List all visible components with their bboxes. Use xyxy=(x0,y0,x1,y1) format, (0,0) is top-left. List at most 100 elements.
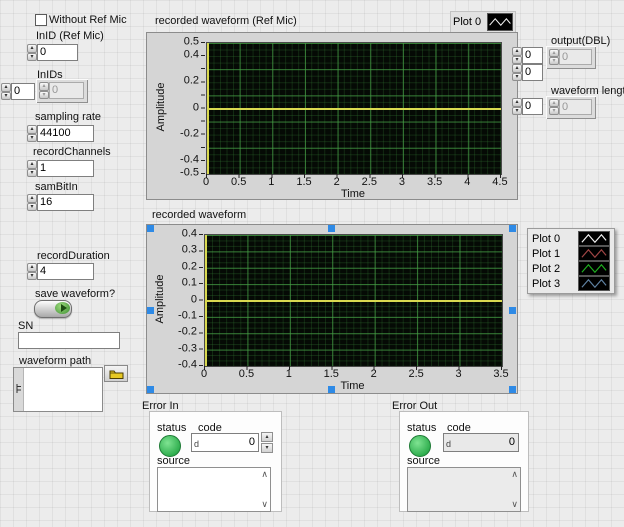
record-channels-label: recordChannels xyxy=(33,146,111,158)
error-out-code-indicator: d 0 xyxy=(443,433,519,452)
graph2-plot-area[interactable] xyxy=(204,234,503,367)
y-tick-label: -0.2 xyxy=(180,128,199,139)
inids-index-value[interactable]: 0 xyxy=(11,83,35,100)
sampling-rate-value[interactable]: 44100 xyxy=(37,125,94,142)
waveform-length-element-value: 0 xyxy=(559,99,592,115)
record-duration-label: recordDuration xyxy=(37,250,110,262)
increment-decrement-icon[interactable]: ▴▾ xyxy=(1,83,11,100)
error-in-code-value[interactable]: 0 xyxy=(249,436,255,448)
legend-plot-label: Plot 3 xyxy=(532,278,560,290)
y-tick-label: 0.2 xyxy=(184,76,199,87)
increment-decrement-icon[interactable]: ▴▾ xyxy=(27,263,37,280)
sampling-rate-control[interactable]: ▴▾ 44100 xyxy=(27,125,94,142)
graph1-plot-area[interactable] xyxy=(206,42,502,175)
legend-item[interactable]: Plot 0 xyxy=(532,231,610,246)
output-dbl-index2-value[interactable]: 0 xyxy=(522,64,543,81)
selection-handle[interactable] xyxy=(509,386,516,393)
selection-handle[interactable] xyxy=(147,307,154,314)
graph1-y-scale[interactable]: 0.50.40.20-0.2-0.4-0.5 xyxy=(165,42,199,173)
graph1-title: recorded waveform (Ref Mic) xyxy=(155,15,297,27)
selection-handle[interactable] xyxy=(328,225,335,232)
plot-style-icon[interactable] xyxy=(578,246,610,261)
selection-handle[interactable] xyxy=(509,307,516,314)
inids-element: ▴▾ 0 xyxy=(39,82,84,99)
waveform-path-input[interactable] xyxy=(13,367,103,412)
graph2-legend[interactable]: Plot 0Plot 1Plot 2 Plot 3 xyxy=(527,228,615,294)
record-duration-value[interactable]: 4 xyxy=(37,263,94,280)
path-type-icon xyxy=(15,383,23,394)
increment-decrement-icon: ▴▾ xyxy=(549,99,559,115)
error-in-code-input[interactable]: d 0 xyxy=(191,433,259,452)
selection-handle[interactable] xyxy=(328,386,335,393)
error-out-source-label: source xyxy=(407,455,440,467)
increment-decrement-icon: ▴▾ xyxy=(549,49,559,65)
increment-button[interactable]: ▴ xyxy=(261,432,273,442)
plot-style-icon[interactable] xyxy=(578,261,610,276)
y-tick-label: 0.4 xyxy=(184,50,199,61)
inid-ref-mic-label: InID (Ref Mic) xyxy=(36,30,104,42)
plot-style-icon[interactable] xyxy=(578,231,610,246)
waveform-graph[interactable]: 0.40.30.20.10-0.1-0.2-0.3-0.4 00.511.522… xyxy=(146,224,518,394)
increment-decrement-icon[interactable]: ▴▾ xyxy=(512,64,522,81)
increment-decrement-icon[interactable]: ▴▾ xyxy=(27,125,37,142)
legend-item[interactable]: Plot 0 xyxy=(453,13,513,31)
browse-button[interactable] xyxy=(104,365,128,382)
increment-decrement-icon: ▴▾ xyxy=(39,82,49,99)
increment-decrement-icon[interactable]: ▴▾ xyxy=(27,44,37,61)
output-dbl-index2[interactable]: ▴▾ 0 xyxy=(512,64,543,81)
without-ref-mic-checkbox[interactable] xyxy=(35,14,47,26)
radix-indicator: d xyxy=(446,439,451,449)
graph1-y-axis-label: Amplitude xyxy=(155,83,167,132)
error-out-status-led xyxy=(409,435,431,457)
graph1-y-tick-marks xyxy=(201,42,205,174)
plot-style-icon[interactable] xyxy=(578,276,610,291)
selection-handle[interactable] xyxy=(147,225,154,232)
output-dbl-index1-value[interactable]: 0 xyxy=(522,47,543,64)
graph1-x-axis-label: Time xyxy=(206,188,500,200)
selection-handle[interactable] xyxy=(509,225,516,232)
sam-bit-in-value[interactable]: 16 xyxy=(37,194,94,211)
increment-decrement-icon[interactable]: ▴▾ xyxy=(512,98,522,115)
waveform-path-label: waveform path xyxy=(19,355,91,367)
error-in-status-led[interactable] xyxy=(159,435,181,457)
output-dbl-element: ▴▾ 0 xyxy=(549,49,592,65)
radix-indicator[interactable]: d xyxy=(194,439,199,449)
output-dbl-index1[interactable]: ▴▾ 0 xyxy=(512,47,543,64)
labview-front-panel: Without Ref Mic InID (Ref Mic) ▴▾ 0 InID… xyxy=(0,0,624,527)
inids-index-control[interactable]: ▴▾ 0 xyxy=(1,83,35,100)
increment-decrement-icon[interactable]: ▴▾ xyxy=(512,47,522,64)
inid-ref-mic-value[interactable]: 0 xyxy=(37,44,78,61)
waveform-graph-ref-mic[interactable]: 0.50.40.20-0.2-0.4-0.5 00.511.522.533.54… xyxy=(146,32,518,200)
scroll-down-icon[interactable]: ∨ xyxy=(511,500,518,509)
legend-item[interactable]: Plot 1 xyxy=(532,246,610,261)
sam-bit-in-control[interactable]: ▴▾ 16 xyxy=(27,194,94,211)
sampling-rate-label: sampling rate xyxy=(35,111,101,123)
plot-style-icon[interactable] xyxy=(487,13,513,31)
save-waveform-label: save waveform? xyxy=(35,288,115,300)
graph2-y-scale[interactable]: 0.40.30.20.10-0.1-0.2-0.3-0.4 xyxy=(163,234,197,365)
legend-item[interactable]: Plot 3 xyxy=(532,276,610,291)
waveform-length-index-value[interactable]: 0 xyxy=(522,98,543,115)
scroll-up-icon[interactable]: ∧ xyxy=(261,470,268,479)
record-channels-value[interactable]: 1 xyxy=(37,160,94,177)
inid-ref-mic-control[interactable]: ▴▾ 0 xyxy=(27,44,78,61)
output-dbl-array-shell: ▴▾ 0 xyxy=(546,46,596,69)
error-in-source-input[interactable]: ∧ ∨ xyxy=(157,467,271,512)
output-dbl-element-value: 0 xyxy=(559,49,592,65)
scroll-down-icon[interactable]: ∨ xyxy=(261,500,268,509)
decrement-button[interactable]: ▾ xyxy=(261,443,273,453)
scroll-up-icon[interactable]: ∧ xyxy=(511,470,518,479)
increment-decrement-icon[interactable]: ▴▾ xyxy=(27,194,37,211)
legend-item[interactable]: Plot 2 xyxy=(532,261,610,276)
save-waveform-switch[interactable] xyxy=(34,300,72,318)
sn-input[interactable] xyxy=(18,332,120,349)
increment-decrement-icon[interactable]: ▴▾ xyxy=(27,160,37,177)
graph1-legend[interactable]: Plot 0 xyxy=(450,11,516,33)
y-tick-label: -0.2 xyxy=(178,327,197,338)
graph2-y-axis-label: Amplitude xyxy=(154,275,166,324)
y-tick-label: 0.4 xyxy=(182,229,197,240)
record-channels-control[interactable]: ▴▾ 1 xyxy=(27,160,94,177)
waveform-length-index[interactable]: ▴▾ 0 xyxy=(512,98,543,115)
selection-handle[interactable] xyxy=(147,386,154,393)
record-duration-control[interactable]: ▴▾ 4 xyxy=(27,263,94,280)
